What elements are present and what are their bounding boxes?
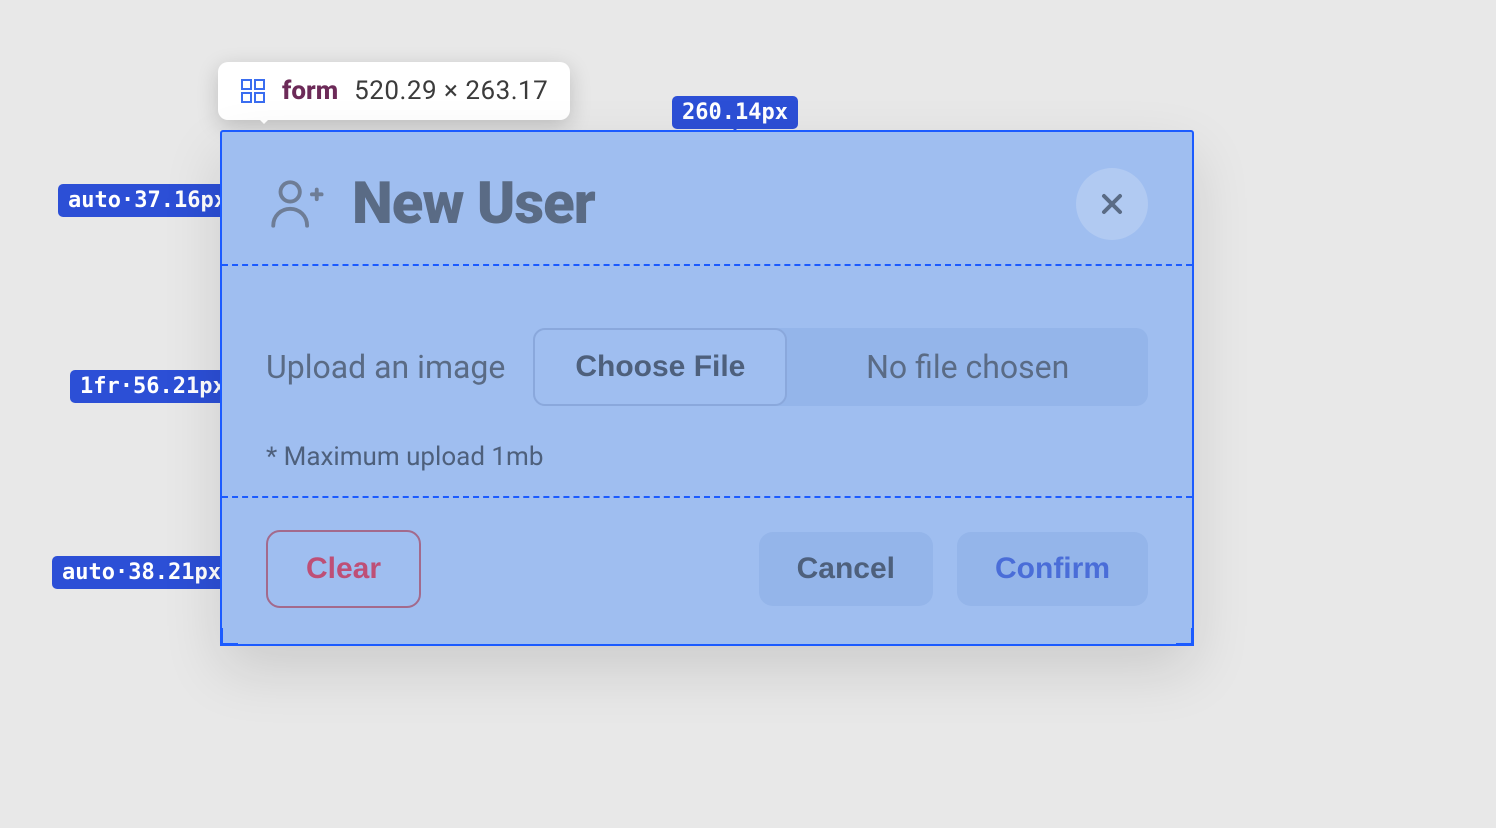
divider <box>222 264 1192 300</box>
upload-hint: * Maximum upload 1mb <box>266 442 1148 472</box>
tooltip-element-dims: 520.29 × 263.17 <box>354 76 548 106</box>
upload-label: Upload an image <box>266 348 505 386</box>
modal-header: New User <box>266 168 1148 264</box>
grid-row1-size-pill: auto·37.16px <box>58 184 237 217</box>
modal-title: New User <box>352 170 595 238</box>
inspect-tooltip: form 520.29 × 263.17 <box>218 62 570 120</box>
selection-corner <box>1176 628 1194 646</box>
file-input[interactable]: Choose File No file chosen <box>533 328 1148 406</box>
modal-footer: Clear Cancel Confirm <box>266 498 1148 608</box>
file-name-display: No file chosen <box>787 348 1148 386</box>
modal-body: Upload an image Choose File No file chos… <box>266 300 1148 496</box>
grid-col-size-pill: 260.14px <box>672 96 798 129</box>
choose-file-button[interactable]: Choose File <box>533 328 787 406</box>
close-icon <box>1096 188 1128 220</box>
selection-corner <box>220 628 238 646</box>
cancel-button[interactable]: Cancel <box>759 532 933 606</box>
grid-row3-size-pill: auto·38.21px <box>52 556 231 589</box>
grid-icon <box>240 78 266 104</box>
grid-row2-size-pill: 1fr·56.21px <box>70 370 236 403</box>
new-user-form: New User Upload an image Choose File No … <box>220 130 1194 646</box>
close-button[interactable] <box>1076 168 1148 240</box>
clear-button[interactable]: Clear <box>266 530 421 608</box>
confirm-button[interactable]: Confirm <box>957 532 1148 606</box>
tooltip-element-tag: form <box>282 76 338 106</box>
user-plus-icon <box>266 175 324 233</box>
